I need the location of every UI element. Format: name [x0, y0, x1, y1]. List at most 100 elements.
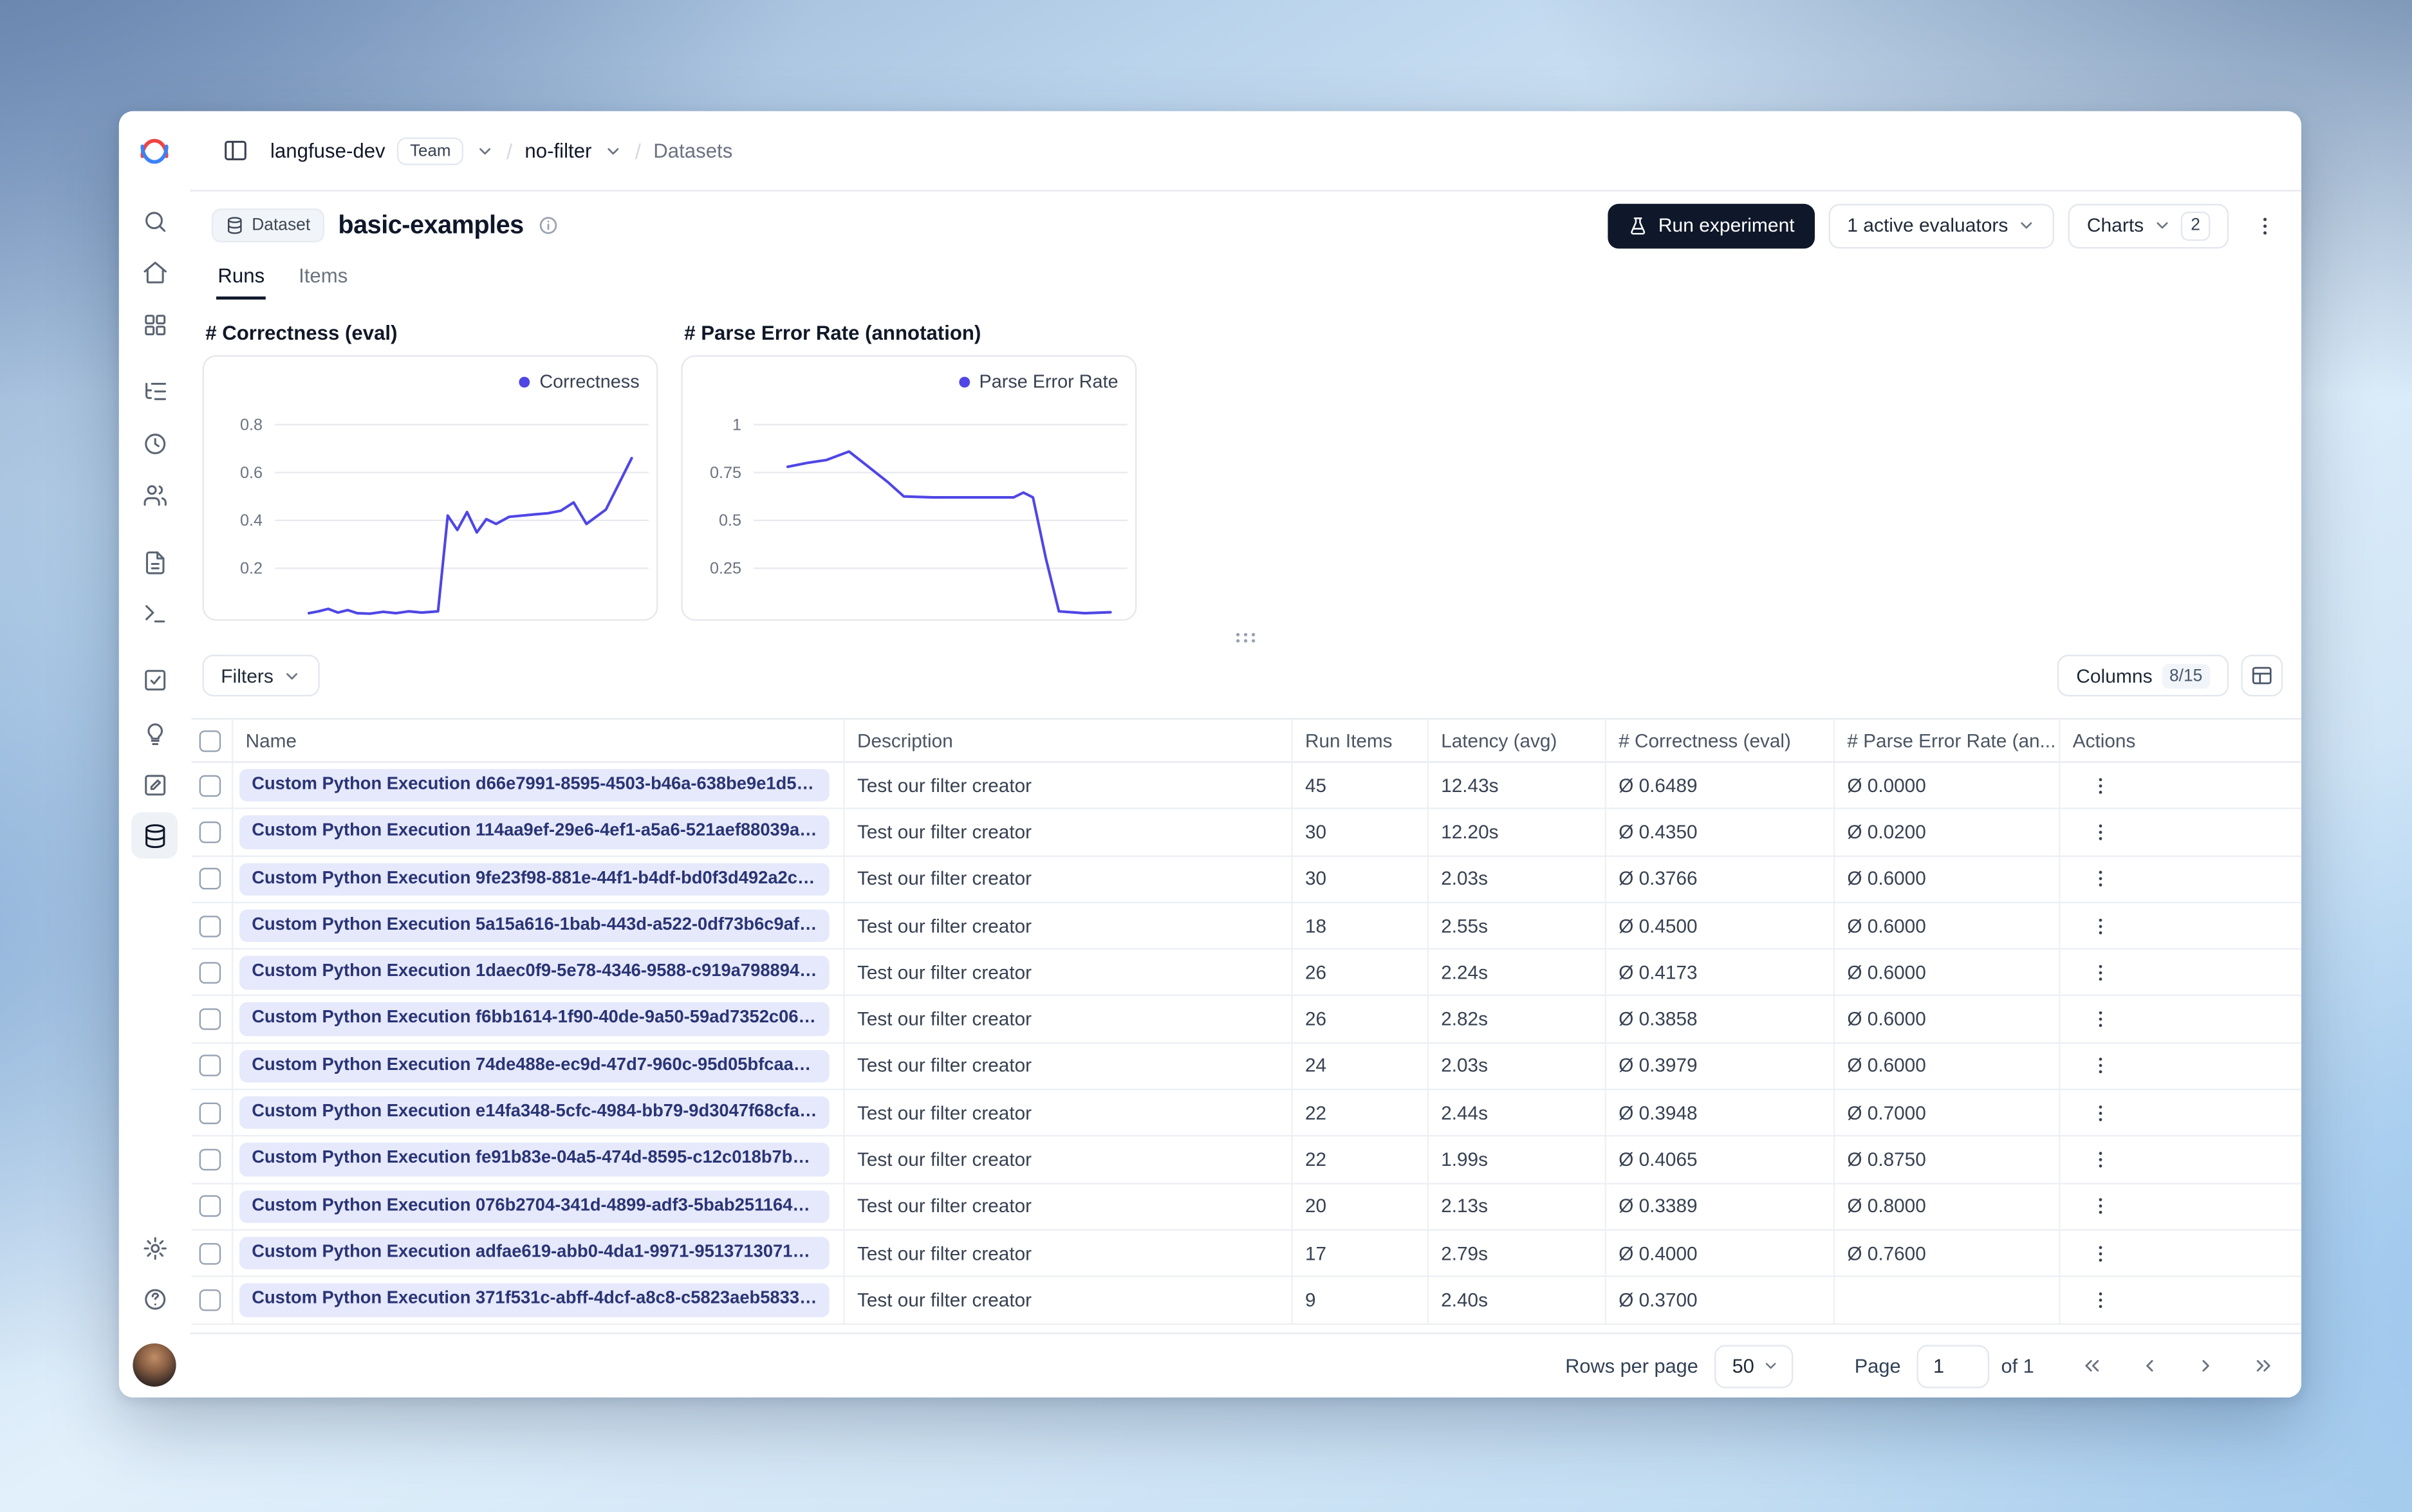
- sidebar-item-prompts[interactable]: [131, 539, 178, 585]
- row-actions-button[interactable]: [2084, 1096, 2118, 1130]
- run-name-link[interactable]: Custom Python Execution f6bb1614-1f90-40…: [239, 1002, 830, 1036]
- sidebar-item-support[interactable]: [131, 1275, 178, 1322]
- run-name-link[interactable]: Custom Python Execution 5a15a616-1bab-44…: [239, 909, 830, 943]
- row-checkbox[interactable]: [199, 774, 221, 797]
- run-items-count: 9: [1293, 1277, 1429, 1323]
- run-name-link[interactable]: Custom Python Execution 9fe23f98-881e-44…: [239, 862, 830, 896]
- evaluators-dropdown[interactable]: 1 active evaluators: [1828, 203, 2055, 248]
- sidebar-item-tracing[interactable]: [131, 367, 178, 414]
- row-actions-button[interactable]: [2084, 1143, 2118, 1177]
- row-actions-button[interactable]: [2084, 908, 2118, 943]
- table-view-button[interactable]: [2241, 654, 2283, 697]
- first-page-button[interactable]: [2071, 1346, 2111, 1386]
- breadcrumb-project[interactable]: no-filter: [524, 139, 591, 162]
- sidebar-item-settings[interactable]: [131, 1224, 178, 1271]
- filters-button[interactable]: Filters: [202, 654, 320, 697]
- table-row[interactable]: Custom Python Execution e14fa348-5cfc-49…: [191, 1090, 2302, 1138]
- page-actions-menu-button[interactable]: [2243, 204, 2286, 247]
- last-page-button[interactable]: [2243, 1346, 2283, 1386]
- table-row[interactable]: Custom Python Execution 74de488e-ec9d-47…: [191, 1043, 2302, 1091]
- page-number-input[interactable]: [1916, 1344, 1989, 1388]
- row-checkbox[interactable]: [199, 1289, 221, 1311]
- col-header-name[interactable]: Name: [233, 719, 845, 762]
- columns-button[interactable]: Columns 8/15: [2057, 654, 2229, 697]
- sidebar-item-playground[interactable]: [131, 590, 178, 636]
- row-actions-button[interactable]: [2084, 1049, 2118, 1083]
- rows-per-page-value: 50: [1732, 1354, 1754, 1378]
- row-actions-button[interactable]: [2084, 862, 2118, 896]
- sidebar-item-users[interactable]: [131, 471, 178, 517]
- breadcrumb-section-datasets[interactable]: Datasets: [653, 139, 732, 162]
- run-name-link[interactable]: Custom Python Execution 1daec0f9-5e78-43…: [239, 955, 830, 990]
- table-row[interactable]: Custom Python Execution f6bb1614-1f90-40…: [191, 997, 2302, 1044]
- row-checkbox[interactable]: [199, 1102, 221, 1124]
- run-name-link[interactable]: Custom Python Execution d66e7991-8595-45…: [239, 769, 830, 802]
- run-name-link[interactable]: Custom Python Execution 076b2704-341d-48…: [239, 1190, 830, 1223]
- run-experiment-button[interactable]: Run experiment: [1607, 203, 1815, 248]
- col-header-latency[interactable]: Latency (avg): [1429, 719, 1606, 762]
- row-checkbox[interactable]: [199, 821, 221, 844]
- row-checkbox[interactable]: [199, 1055, 221, 1077]
- table-row[interactable]: Custom Python Execution 1daec0f9-5e78-43…: [191, 950, 2302, 997]
- row-checkbox[interactable]: [199, 1242, 221, 1264]
- panel-resize-handle[interactable]: [190, 621, 2301, 655]
- row-actions-button[interactable]: [2084, 1283, 2118, 1317]
- row-actions-button[interactable]: [2084, 1236, 2118, 1270]
- row-actions-button[interactable]: [2084, 955, 2118, 990]
- row-actions-button[interactable]: [2084, 1190, 2118, 1224]
- sidebar-item-datasets[interactable]: [131, 812, 178, 859]
- table-row[interactable]: Custom Python Execution 9fe23f98-881e-44…: [191, 856, 2302, 903]
- user-avatar[interactable]: [133, 1343, 176, 1387]
- row-actions-button[interactable]: [2084, 815, 2118, 849]
- row-checkbox[interactable]: [199, 1195, 221, 1217]
- sidebar-item-evaluators[interactable]: [131, 656, 178, 703]
- table-row[interactable]: Custom Python Execution 076b2704-341d-48…: [191, 1184, 2302, 1231]
- tab-items[interactable]: Items: [297, 264, 349, 299]
- select-all-checkbox[interactable]: [199, 730, 221, 751]
- row-actions-button[interactable]: [2084, 768, 2118, 802]
- col-header-parse-error[interactable]: # Parse Error Rate (an...: [1835, 719, 2061, 762]
- sidebar-item-insights[interactable]: [131, 710, 178, 757]
- sidebar-item-home[interactable]: [131, 248, 178, 295]
- row-checkbox[interactable]: [199, 1148, 221, 1171]
- col-header-run-items[interactable]: Run Items: [1293, 719, 1429, 762]
- run-name-link[interactable]: Custom Python Execution 114aa9ef-29e6-4e…: [239, 815, 830, 849]
- row-checkbox[interactable]: [199, 961, 221, 984]
- kebab-icon: [2262, 217, 2266, 234]
- table-row[interactable]: Custom Python Execution adfae619-abb0-4d…: [191, 1230, 2302, 1278]
- table-row[interactable]: Custom Python Execution 5a15a616-1bab-44…: [191, 903, 2302, 950]
- run-name-link[interactable]: Custom Python Execution fe91b83e-04a5-47…: [239, 1143, 830, 1177]
- tabs: Runs Items: [190, 259, 2301, 300]
- sidebar-item-dashboards[interactable]: [131, 301, 178, 347]
- info-icon[interactable]: [537, 215, 559, 237]
- run-name-link[interactable]: Custom Python Execution e14fa348-5cfc-49…: [239, 1096, 830, 1130]
- sidebar-item-annotation[interactable]: [131, 761, 178, 807]
- prev-page-button[interactable]: [2128, 1346, 2168, 1386]
- row-actions-button[interactable]: [2084, 1002, 2118, 1037]
- table-row[interactable]: Custom Python Execution 371f531c-abff-4d…: [191, 1277, 2302, 1325]
- run-name-link[interactable]: Custom Python Execution adfae619-abb0-4d…: [239, 1237, 830, 1270]
- table-row[interactable]: Custom Python Execution 114aa9ef-29e6-4e…: [191, 809, 2302, 857]
- run-name-link[interactable]: Custom Python Execution 74de488e-ec9d-47…: [239, 1049, 830, 1083]
- database-icon: [228, 217, 242, 234]
- insights-icon: [147, 723, 162, 744]
- table-row[interactable]: Custom Python Execution fe91b83e-04a5-47…: [191, 1137, 2302, 1185]
- row-checkbox[interactable]: [199, 1008, 221, 1031]
- langfuse-logo[interactable]: [138, 134, 172, 169]
- sidebar-item-search[interactable]: [131, 198, 178, 244]
- charts-dropdown[interactable]: Charts 2: [2068, 203, 2229, 248]
- breadcrumb-org[interactable]: langfuse-dev: [270, 139, 385, 162]
- row-checkbox[interactable]: [199, 868, 221, 890]
- sidebar-toggle-button[interactable]: [215, 131, 255, 171]
- table-row[interactable]: Custom Python Execution d66e7991-8595-45…: [191, 762, 2302, 810]
- row-checkbox[interactable]: [199, 915, 221, 937]
- col-header-description[interactable]: Description: [845, 719, 1293, 762]
- svg-text:0.75: 0.75: [710, 464, 741, 482]
- tab-runs[interactable]: Runs: [216, 264, 266, 300]
- sidebar: [119, 111, 190, 1397]
- rows-per-page-select[interactable]: 50: [1713, 1344, 1793, 1388]
- next-page-button[interactable]: [2185, 1346, 2225, 1386]
- run-name-link[interactable]: Custom Python Execution 371f531c-abff-4d…: [239, 1283, 830, 1317]
- col-header-correctness[interactable]: # Correctness (eval): [1606, 719, 1835, 762]
- sidebar-item-sessions[interactable]: [131, 420, 178, 466]
